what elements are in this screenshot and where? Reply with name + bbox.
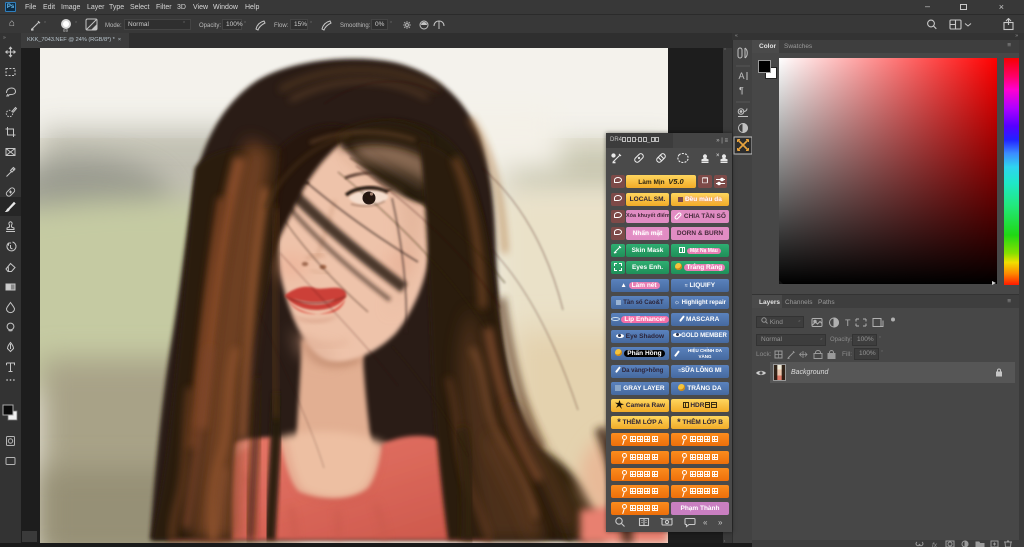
svg-text:fx: fx — [932, 542, 938, 547]
svg-text:«: « — [703, 518, 708, 527]
svg-text:»: » — [3, 35, 6, 41]
svg-text:»: » — [718, 518, 723, 527]
svg-text:×: × — [716, 153, 720, 159]
svg-text:A: A — [739, 71, 745, 81]
svg-text:¶: ¶ — [739, 86, 744, 96]
svg-text:T: T — [845, 318, 851, 328]
